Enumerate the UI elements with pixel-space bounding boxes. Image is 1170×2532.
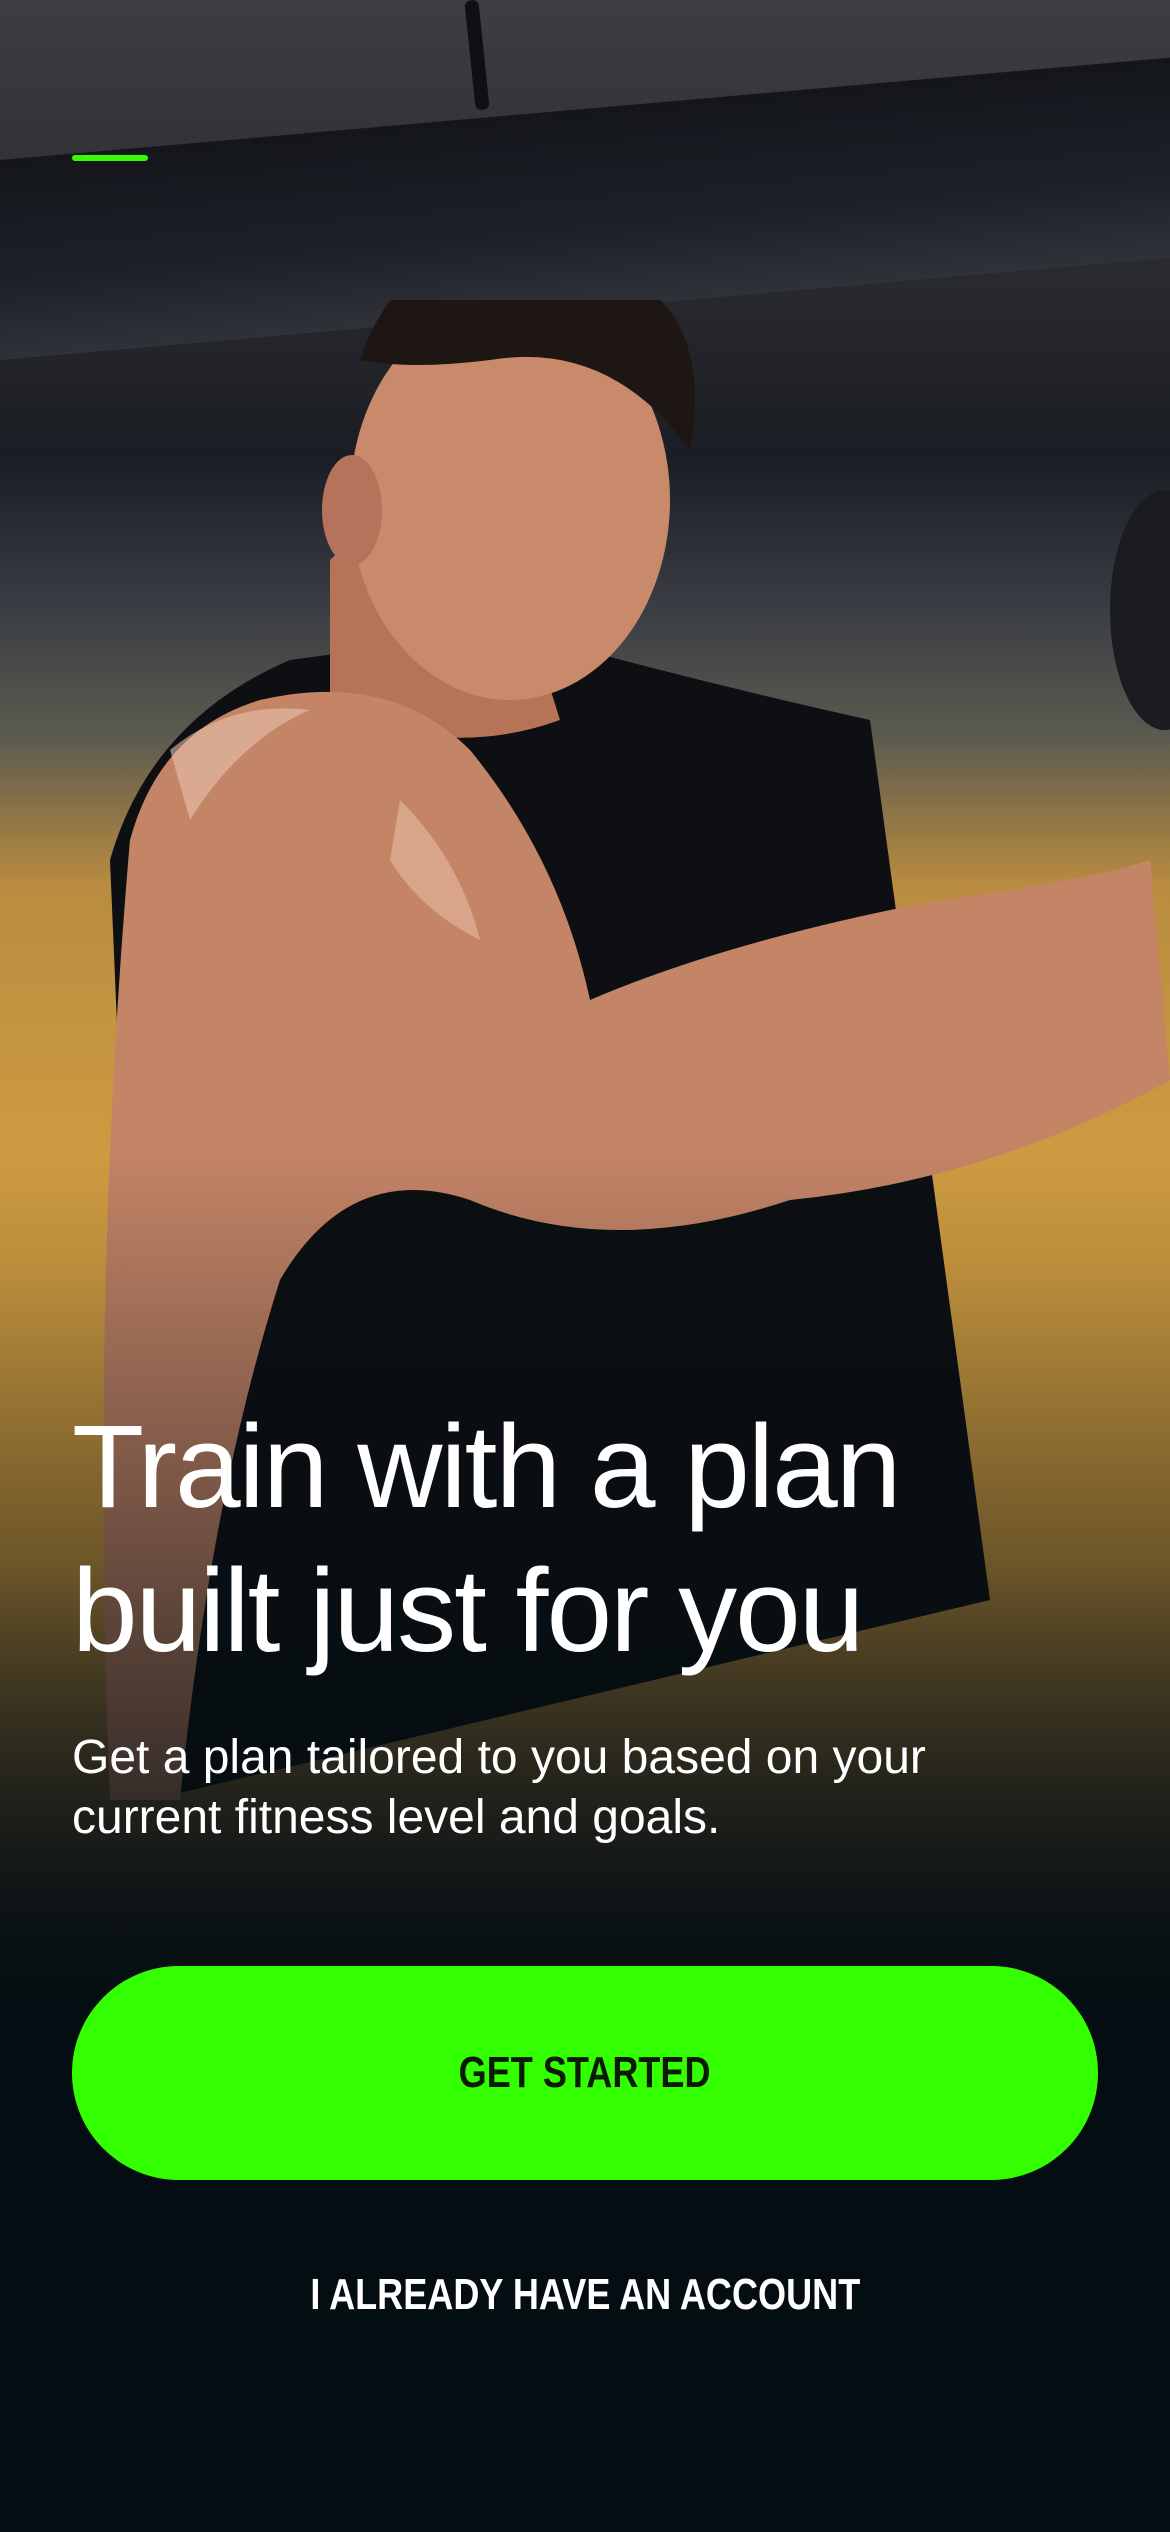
get-started-button[interactable]: GET STARTED [72, 1966, 1098, 2180]
dumbbell-icon [1110, 490, 1170, 730]
subtitle-line-2: current fitness level and goals. [72, 1791, 721, 1844]
subtitle: Get a plan tailored to you based on your… [72, 1728, 1092, 1848]
ear [322, 455, 382, 565]
login-link[interactable]: I ALREADY HAVE AN ACCOUNT [0, 2260, 1170, 2330]
headline-line-2: built just for you [72, 1545, 864, 1677]
subtitle-line-1: Get a plan tailored to you based on your [72, 1731, 926, 1784]
ceiling-cable [464, 0, 490, 111]
page-indicator-dash [72, 155, 148, 161]
headline: Train with a plan built just for you [72, 1395, 1092, 1683]
headline-line-1: Train with a plan [72, 1401, 901, 1533]
get-started-label: GET STARTED [459, 2048, 711, 2097]
login-link-label: I ALREADY HAVE AN ACCOUNT [310, 2270, 860, 2319]
